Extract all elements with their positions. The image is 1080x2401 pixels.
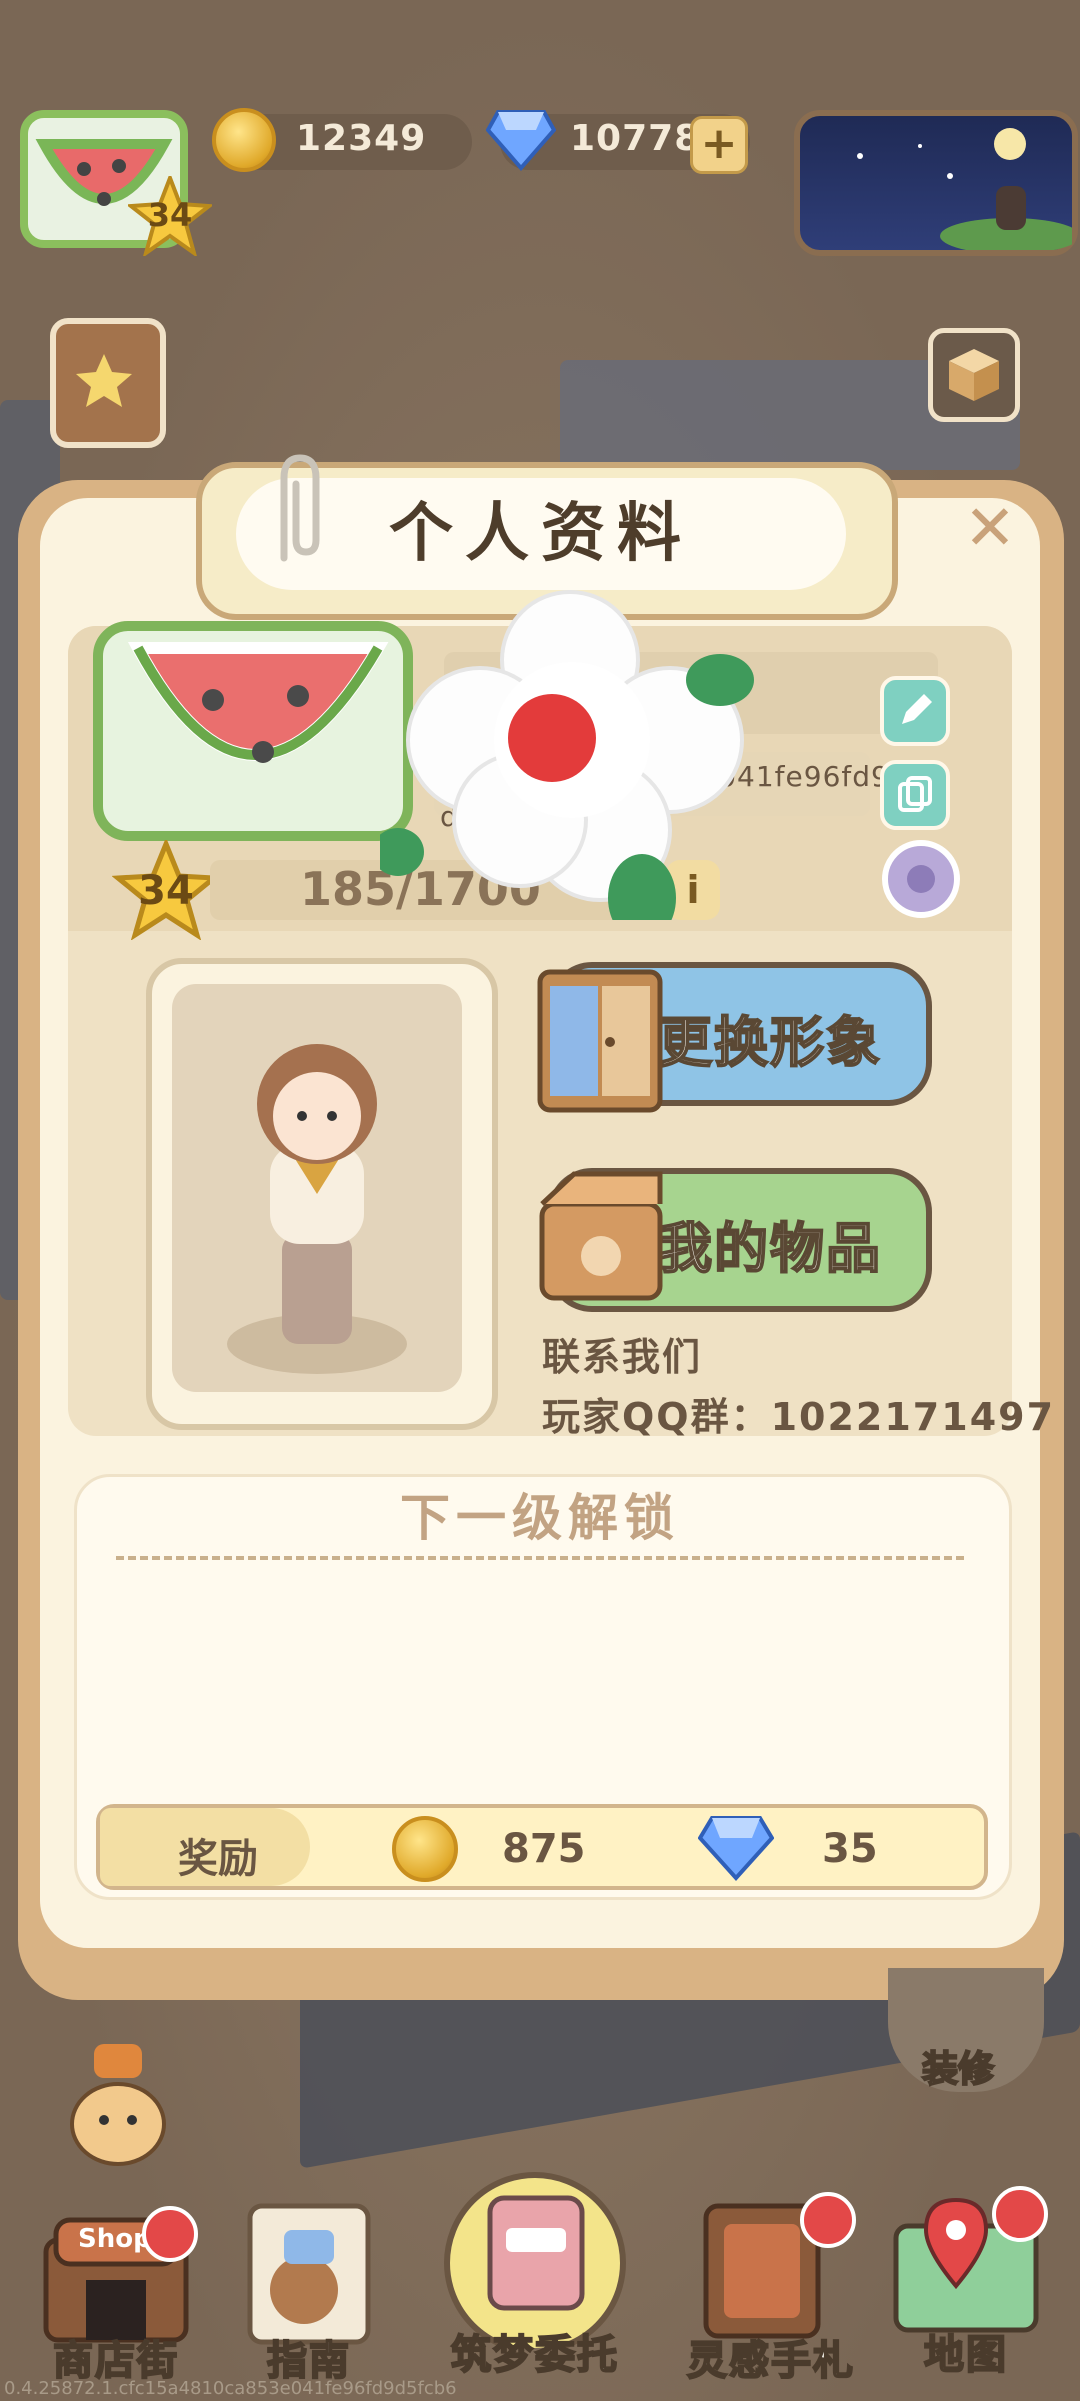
add-gems-button[interactable]: + — [690, 116, 748, 174]
coin-count: 12349 — [296, 118, 427, 159]
change-look-label: 更换形象 — [657, 1010, 882, 1075]
wardrobe-icon — [530, 966, 670, 1116]
decorate-label: 装修 — [921, 2048, 995, 2091]
profile-level-star-icon: 34 — [111, 837, 221, 941]
reward-coin-icon — [392, 1816, 458, 1882]
notification-badge — [142, 2206, 198, 2262]
gem-icon — [485, 106, 557, 172]
close-button[interactable]: ✕ — [960, 497, 1020, 559]
profile-avatar[interactable] — [88, 612, 418, 852]
nav-guide[interactable]: 指南 — [234, 2200, 384, 2385]
item-box-icon — [534, 1168, 668, 1304]
copy-icon — [898, 776, 932, 812]
hud-level-text: 34 — [147, 196, 193, 234]
moon-cat-icon — [857, 128, 1080, 254]
version-watermark: 0.4.25872.1.cfc15a4810ca853e041fe96fd9d5… — [4, 2378, 457, 2399]
profile-level-text: 34 — [138, 868, 194, 914]
edit-name-button[interactable] — [880, 676, 950, 746]
character-portrait — [172, 984, 462, 1392]
gear-icon — [882, 840, 960, 918]
gem-count: 10778 — [570, 118, 701, 159]
nav-dream-commission[interactable]: 筑梦委托 — [430, 2168, 640, 2379]
character-avatar-icon — [227, 1044, 407, 1374]
box-icon — [949, 349, 999, 401]
reward-gems: 35 — [822, 1826, 878, 1872]
nav-map-label: 地图 — [923, 2331, 1008, 2379]
notification-badge — [800, 2192, 856, 2248]
nav-map[interactable]: 地图 — [886, 2186, 1048, 2380]
nav-shop-street[interactable]: Shop 商店街 — [36, 2200, 198, 2385]
nav-dream-commission-label: 筑梦委托 — [450, 2331, 619, 2379]
notification-badge — [992, 2186, 1048, 2242]
nav-inspiration-notes[interactable]: 灵感手札 — [676, 2190, 866, 2385]
copy-id-button[interactable] — [880, 760, 950, 830]
commission-notebook-icon — [444, 2172, 626, 2354]
collection-book-button[interactable] — [50, 318, 166, 448]
dog-helper-icon[interactable] — [56, 2034, 180, 2168]
storage-box-button[interactable] — [928, 328, 1020, 422]
next-level-unlock-title: 下一级解锁 — [400, 1489, 680, 1547]
reward-coins: 875 — [502, 1826, 586, 1872]
flower-sticker-icon — [372, 590, 760, 942]
settings-gear-button[interactable] — [874, 832, 968, 926]
divider — [116, 1556, 964, 1560]
my-items-label: 我的物品 — [657, 1216, 882, 1281]
shop-sign-text: Shop — [78, 2224, 152, 2254]
level-star-icon: 34 — [125, 172, 215, 258]
contact-heading: 联系我们 — [542, 1335, 703, 1379]
reward-label: 奖励 — [178, 1836, 258, 1882]
decorate-button[interactable]: 装修 — [888, 1968, 1044, 2092]
night-sky-weather-button[interactable] — [794, 110, 1080, 256]
pencil-icon — [902, 694, 932, 724]
paperclip-icon — [262, 448, 332, 568]
star-book-icon — [76, 354, 132, 407]
coin-icon — [212, 108, 276, 172]
reward-gem-icon — [697, 1812, 775, 1882]
qq-group-text[interactable]: 玩家QQ群：1022171497 — [542, 1386, 1055, 1441]
nav-inspiration-notes-label: 灵感手札 — [686, 2337, 855, 2385]
